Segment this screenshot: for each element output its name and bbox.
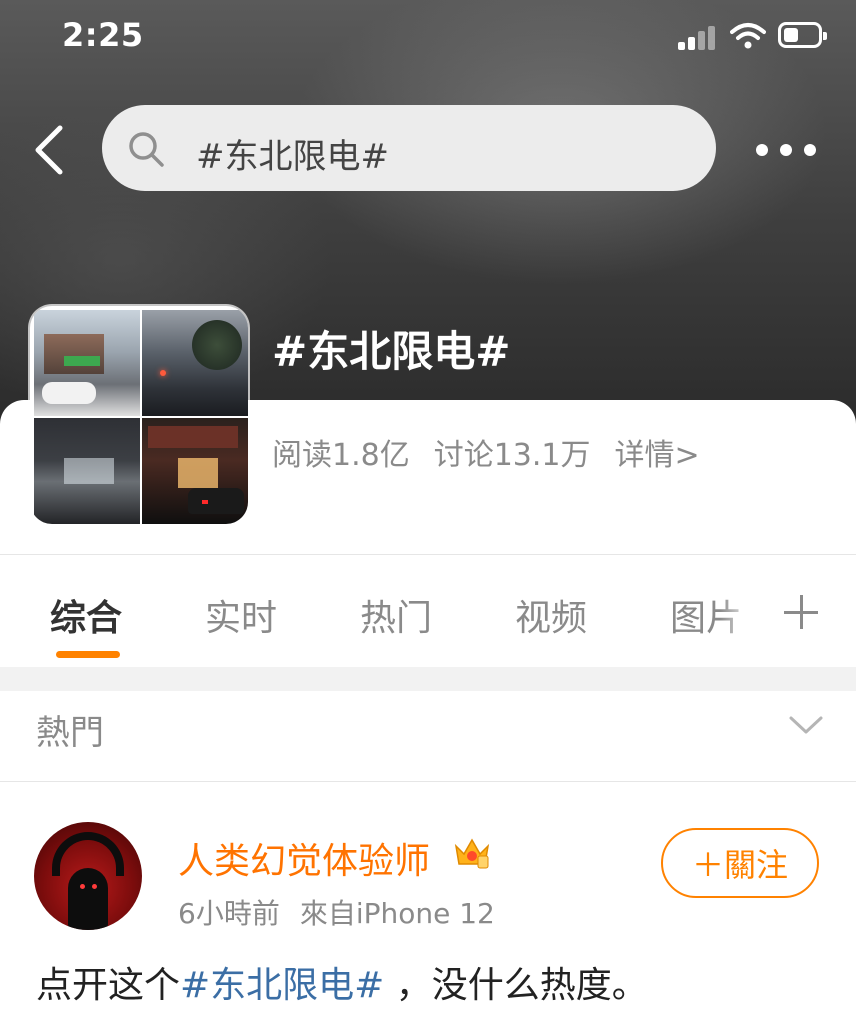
cover-photo-dark-road bbox=[142, 310, 248, 416]
post-username[interactable]: 人类幻觉体验师 bbox=[178, 832, 430, 884]
search-bar[interactable]: #东北限电# bbox=[102, 105, 716, 191]
topic-cover-collage bbox=[30, 306, 248, 524]
post-text-before: 点开这个 bbox=[36, 965, 181, 1006]
divider bbox=[0, 781, 856, 782]
tab-bar: 综合 实时 热门 视频 图片 bbox=[0, 555, 856, 667]
tab-realtime[interactable]: 实时 bbox=[205, 589, 277, 641]
read-count: 阅读1.8亿 bbox=[272, 438, 410, 473]
back-arrow-icon[interactable] bbox=[30, 122, 70, 178]
post-hashtag-link[interactable]: #东北限电# bbox=[180, 965, 384, 1006]
chevron-down-icon bbox=[789, 716, 823, 734]
tab-overflow-fade bbox=[720, 575, 770, 645]
search-query-text: #东北限电# bbox=[196, 137, 389, 177]
post-time: 6小時前 bbox=[178, 897, 280, 930]
post-meta: 6小時前 來自iPhone 12 bbox=[178, 892, 515, 932]
active-tab-indicator bbox=[56, 651, 120, 658]
cover-photo-night-shop bbox=[142, 418, 248, 524]
topic-stats: 阅读1.8亿 讨论13.1万 详情> bbox=[272, 430, 724, 474]
details-link[interactable]: 详情> bbox=[615, 438, 700, 473]
add-tab-plus-icon[interactable] bbox=[784, 595, 818, 629]
follow-button[interactable]: ＋關注 bbox=[661, 828, 819, 898]
cover-photo-store-interior bbox=[34, 418, 140, 524]
post-text: 点开这个#东北限电# ，没什么热度。 bbox=[36, 956, 648, 1008]
search-icon bbox=[129, 132, 164, 167]
tab-comprehensive[interactable]: 综合 bbox=[50, 589, 122, 641]
wifi-icon bbox=[730, 23, 766, 49]
discussion-count: 讨论13.1万 bbox=[433, 438, 591, 473]
more-options-icon[interactable] bbox=[756, 140, 820, 160]
post-text-after: ，没什么热度。 bbox=[384, 965, 648, 1006]
vip-crown-icon bbox=[454, 838, 490, 869]
status-bar: 2:25 bbox=[0, 0, 856, 70]
status-time: 2:25 bbox=[62, 16, 144, 54]
topic-title: #东北限电# bbox=[272, 327, 511, 376]
cover-photo-street bbox=[34, 310, 140, 416]
cellular-signal-icon bbox=[678, 24, 720, 50]
tab-hot[interactable]: 热门 bbox=[360, 589, 432, 641]
sort-filter-label: 熱門 bbox=[36, 713, 104, 753]
sort-filter-row[interactable]: 熱門 bbox=[0, 691, 856, 781]
tab-video[interactable]: 视频 bbox=[515, 589, 587, 641]
user-avatar[interactable] bbox=[34, 822, 142, 930]
post-source: 來自iPhone 12 bbox=[299, 897, 495, 930]
section-spacer bbox=[0, 667, 856, 691]
battery-icon bbox=[778, 22, 827, 48]
